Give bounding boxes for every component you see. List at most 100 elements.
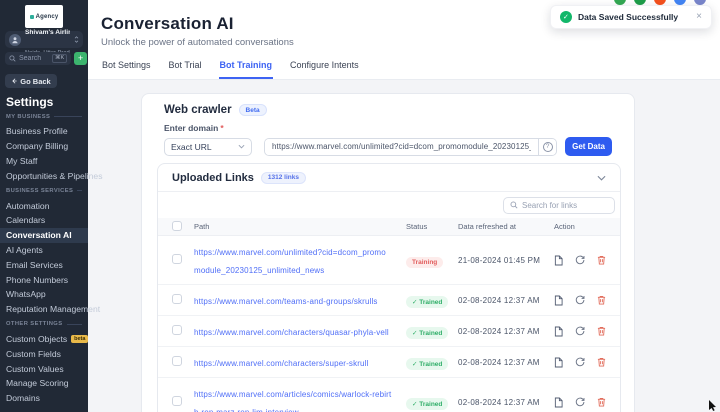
section-label: BUSINESS SERVICES <box>6 183 82 198</box>
sidebar-item[interactable]: Automation <box>0 198 88 213</box>
sidebar-item[interactable]: My Staff <box>0 154 88 169</box>
sidebar-item[interactable]: Custom Values <box>0 361 88 376</box>
sidebar-item-label: Domains <box>6 393 40 403</box>
get-data-button[interactable]: Get Data <box>565 137 612 156</box>
sidebar-item-label: AI Agents <box>6 245 43 255</box>
sidebar-item[interactable]: Email Services <box>0 257 88 272</box>
avatar <box>9 34 21 46</box>
sidebar-item[interactable]: Company Billing <box>0 139 88 154</box>
path-link[interactable]: https://www.marvel.com/unlimited?cid=dco… <box>194 248 386 275</box>
delete-button[interactable] <box>597 255 606 265</box>
tab[interactable]: Bot Trial <box>168 60 203 79</box>
sidebar-item[interactable]: Opportunities & Pipelines <box>0 168 88 183</box>
sidebar-item[interactable]: Custom Fields <box>0 346 88 361</box>
view-file-button[interactable] <box>554 255 563 266</box>
row-checkbox[interactable] <box>172 396 182 406</box>
refreshed-at: 21-08-2024 01:45 PM <box>458 256 546 265</box>
table-row: https://www.marvel.com/characters/super-… <box>158 347 620 378</box>
go-back-label: Go Back <box>20 77 50 86</box>
toast-check-icon <box>560 11 572 23</box>
file-icon <box>554 397 563 408</box>
delete-button[interactable] <box>597 295 606 305</box>
view-file-button[interactable] <box>554 295 563 306</box>
sidebar-search-input[interactable] <box>19 55 49 62</box>
delete-button[interactable] <box>597 397 606 407</box>
sidebar-item[interactable]: Conversation AI <box>0 228 88 243</box>
sidebar-section: MY BUSINESS Business Profile Company Bil… <box>0 109 88 183</box>
retrain-button[interactable] <box>575 295 585 305</box>
url-input[interactable] <box>265 139 538 155</box>
help-button[interactable]: ? <box>538 139 556 155</box>
delete-button[interactable] <box>597 326 606 336</box>
sidebar-item-label: Custom Fields <box>6 349 61 359</box>
url-type-select[interactable]: Exact URL <box>164 138 252 156</box>
links-search-input[interactable] <box>522 201 608 210</box>
sidebar-item[interactable]: Reputation Management <box>0 302 88 317</box>
refresh-icon <box>575 397 585 407</box>
table-row: https://www.marvel.com/characters/quasar… <box>158 316 620 347</box>
column-header: Path <box>194 222 406 231</box>
add-button[interactable]: + <box>74 52 87 65</box>
sidebar-item[interactable]: Domains <box>0 391 88 406</box>
search-icon <box>9 55 16 62</box>
view-file-button[interactable] <box>554 357 563 368</box>
row-checkbox[interactable] <box>172 325 182 335</box>
file-icon <box>554 295 563 306</box>
account-switcher[interactable]: Shivam's Airline Noida, Uttar Pradesh <box>5 31 83 48</box>
row-checkbox[interactable] <box>172 254 182 264</box>
links-search-box[interactable] <box>503 197 615 214</box>
toast-close-icon[interactable]: × <box>696 12 702 22</box>
sidebar-item-label: Opportunities & Pipelines <box>6 171 103 181</box>
table-row: https://www.marvel.com/articles/comics/w… <box>158 378 620 412</box>
sidebar-item-label: Business Profile <box>6 126 68 136</box>
delete-button[interactable] <box>597 357 606 367</box>
sidebar-nav: MY BUSINESS Business Profile Company Bil… <box>0 109 88 406</box>
app-window: Agency Shivam's Airline Noida, Uttar Pra… <box>0 0 720 412</box>
view-file-button[interactable] <box>554 326 563 337</box>
account-name: Shivam's Airline <box>25 29 70 36</box>
sidebar-search-box[interactable]: ⌘K <box>5 52 71 65</box>
path-link[interactable]: https://www.marvel.com/teams-and-groups/… <box>194 297 378 306</box>
sidebar-section: OTHER SETTINGS Custom Objects beta Custo… <box>0 317 88 406</box>
web-crawler-title: Web crawler <box>164 104 232 116</box>
row-checkbox[interactable] <box>172 356 182 366</box>
path-link[interactable]: https://www.marvel.com/characters/super-… <box>194 359 369 368</box>
sidebar-item[interactable]: Custom Objects beta <box>0 332 88 347</box>
tab[interactable]: Configure Intents <box>289 60 360 79</box>
sidebar-item[interactable]: Manage Scoring <box>0 376 88 391</box>
sidebar-item[interactable]: Phone Numbers <box>0 272 88 287</box>
column-header: Status <box>406 222 458 231</box>
retrain-button[interactable] <box>575 326 585 336</box>
plus-icon: + <box>78 53 83 63</box>
tab[interactable]: Bot Training <box>219 60 274 79</box>
path-link[interactable]: https://www.marvel.com/articles/comics/w… <box>194 390 391 412</box>
path-link[interactable]: https://www.marvel.com/characters/quasar… <box>194 328 389 337</box>
retrain-button[interactable] <box>575 255 585 265</box>
beta-badge: beta <box>71 335 88 343</box>
file-icon <box>554 255 563 266</box>
file-icon <box>554 326 563 337</box>
refreshed-at: 02-08-2024 12:37 AM <box>458 398 546 407</box>
sidebar-item[interactable]: AI Agents <box>0 243 88 258</box>
sidebar-item[interactable]: WhatsApp <box>0 287 88 302</box>
sidebar-item-label: Phone Numbers <box>6 275 68 285</box>
refresh-icon <box>575 326 585 336</box>
sidebar-item-label: Conversation AI <box>6 230 72 240</box>
uploaded-links-panel: Uploaded Links 1312 links <box>157 163 621 412</box>
sidebar-item-label: Custom Values <box>6 364 64 374</box>
links-count-badge: 1312 links <box>261 172 306 184</box>
header-checkbox[interactable] <box>172 221 182 231</box>
view-file-button[interactable] <box>554 397 563 408</box>
refresh-icon <box>575 357 585 367</box>
web-crawler-beta-badge: Beta <box>239 104 267 116</box>
refresh-icon <box>575 255 585 265</box>
collapse-chevron-icon[interactable] <box>597 175 606 181</box>
retrain-button[interactable] <box>575 357 585 367</box>
retrain-button[interactable] <box>575 397 585 407</box>
row-checkbox[interactable] <box>172 294 182 304</box>
arrow-left-icon <box>11 78 17 84</box>
go-back-button[interactable]: Go Back <box>5 74 57 88</box>
sidebar-item[interactable]: Calendars <box>0 213 88 228</box>
tab[interactable]: Bot Settings <box>101 60 152 79</box>
sidebar-item[interactable]: Business Profile <box>0 124 88 139</box>
